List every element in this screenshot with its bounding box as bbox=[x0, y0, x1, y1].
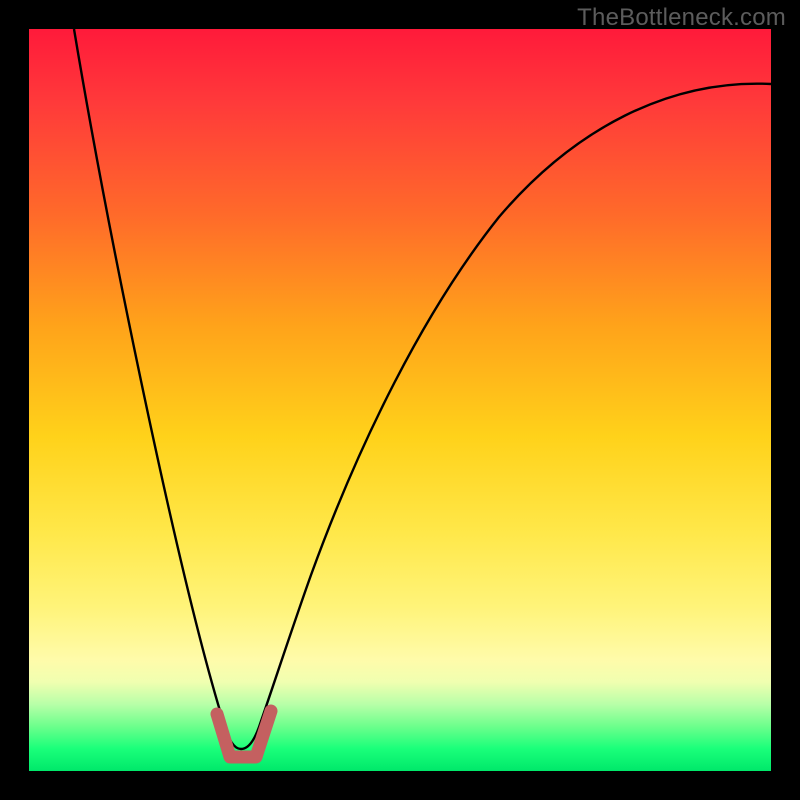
chart-gradient-area bbox=[29, 29, 771, 771]
bottleneck-curve bbox=[74, 29, 771, 749]
base-marker bbox=[217, 711, 271, 757]
chart-svg bbox=[29, 29, 771, 771]
watermark-text: TheBottleneck.com bbox=[577, 4, 786, 32]
